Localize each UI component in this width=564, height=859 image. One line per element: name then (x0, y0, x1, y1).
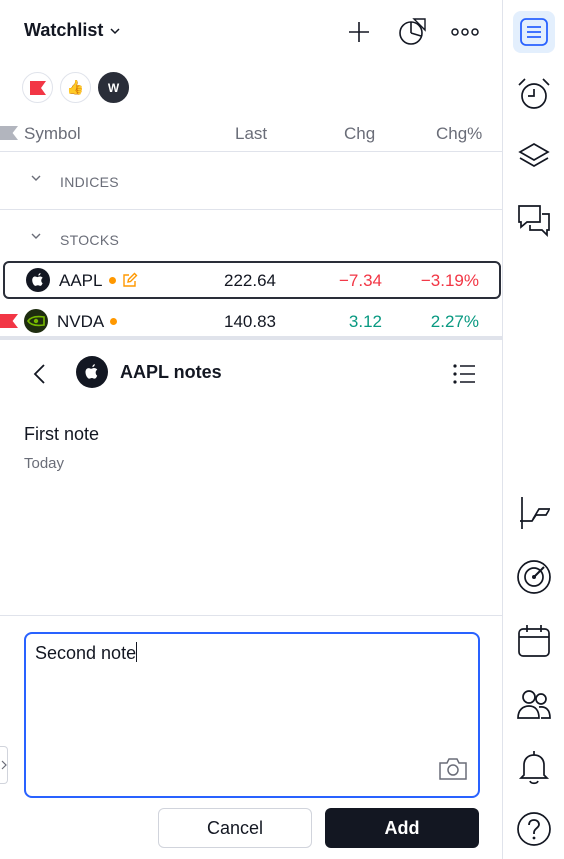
notes-list-button[interactable] (450, 360, 478, 388)
notes-title: AAPL notes (120, 362, 222, 382)
chevron-right-icon (1, 760, 7, 770)
column-chg-pct[interactable]: Chg% (436, 124, 482, 144)
watchlist-icon (520, 18, 548, 46)
calendar-icon (518, 625, 550, 657)
change-percent: −3.19% (420, 271, 479, 290)
watchlist-title-dropdown[interactable]: Watchlist (24, 20, 121, 41)
note-editor-input[interactable]: Second note (24, 632, 480, 798)
chevron-down-icon (31, 175, 41, 181)
camera-icon (439, 758, 467, 780)
technicals-tool-button[interactable] (513, 556, 555, 598)
column-symbol[interactable]: Symbol (24, 124, 81, 144)
add-symbol-button[interactable] (343, 16, 375, 48)
pie-chart-icon (399, 18, 426, 45)
change-value: −7.34 (338, 271, 382, 290)
watchlist-panel: Watchlist 👍 W Symbol Last Chg Chg% INDIC… (0, 0, 502, 859)
chats-tool-button[interactable] (513, 199, 555, 241)
watchlist-tool-button[interactable] (513, 11, 555, 53)
apple-logo-icon (26, 268, 50, 292)
watchlist-filter-chips: 👍 W (22, 72, 129, 103)
red-flag-icon (0, 314, 18, 328)
red-flag-icon (29, 80, 46, 95)
nvidia-logo-icon (24, 309, 48, 333)
symbol-ticker: NVDA (57, 312, 105, 331)
change-percent: 2.27% (430, 312, 479, 331)
w-list-chip[interactable]: W (98, 72, 129, 103)
help-icon (517, 812, 551, 846)
watchlist-title: Watchlist (24, 20, 104, 40)
advanced-view-button[interactable] (396, 16, 428, 48)
change-value: 3.12 (348, 312, 382, 331)
list-icon (453, 364, 475, 384)
symbol-row-nvda[interactable]: NVDA 140.83 3.12 2.27% (0, 302, 502, 340)
trendline-icon (520, 497, 550, 529)
chevron-down-icon (31, 233, 41, 239)
watchlist-header: Watchlist (0, 0, 502, 64)
alerts-tool-button[interactable] (513, 73, 555, 115)
back-button[interactable] (26, 360, 54, 388)
section-label: INDICES (60, 174, 119, 190)
marker-dot (109, 277, 116, 284)
column-chg[interactable]: Chg (344, 124, 375, 144)
community-tool-button[interactable] (513, 683, 555, 725)
more-options-button[interactable] (449, 16, 481, 48)
notes-header: AAPL notes (0, 340, 502, 406)
snapshot-button[interactable] (438, 757, 468, 786)
note-edit-icon[interactable] (122, 272, 138, 288)
grey-flag-icon (0, 126, 18, 140)
add-note-button[interactable]: Add (325, 808, 479, 848)
note-editor-text: Second note (35, 643, 137, 663)
divider (0, 615, 502, 616)
column-last[interactable]: Last (235, 124, 267, 144)
object-tree-tool-button[interactable] (513, 135, 555, 177)
community-icon (517, 690, 551, 719)
notifications-tool-button[interactable] (513, 746, 555, 788)
cancel-button[interactable]: Cancel (158, 808, 312, 848)
thumbs-up-icon: 👍 (66, 79, 85, 95)
note-item[interactable]: First note Today (24, 424, 484, 472)
section-indices[interactable]: INDICES (0, 152, 502, 210)
section-stocks[interactable]: STOCKS (0, 210, 502, 268)
chat-icon (518, 205, 550, 238)
marker-dot (110, 318, 117, 325)
text-caret (136, 642, 138, 662)
plus-icon (349, 22, 369, 42)
radar-icon (517, 560, 551, 594)
column-headers: Symbol Last Chg Chg% (0, 118, 502, 152)
thumbs-up-list-chip[interactable]: 👍 (60, 72, 91, 103)
apple-logo-icon (76, 356, 108, 388)
help-tool-button[interactable] (513, 808, 555, 850)
more-horizontal-icon (451, 28, 479, 36)
chevron-left-icon (33, 364, 45, 384)
layers-icon (518, 143, 550, 167)
last-price: 140.83 (224, 312, 276, 331)
w-avatar: W (107, 80, 120, 95)
note-date: Today (24, 455, 65, 472)
collapse-panel-handle[interactable] (0, 746, 8, 784)
calendar-tool-button[interactable] (513, 620, 555, 662)
section-label: STOCKS (60, 232, 120, 248)
bell-icon (518, 751, 550, 785)
symbol-ticker: AAPL (59, 271, 103, 290)
note-text: First note (24, 424, 100, 444)
chevron-down-icon (110, 27, 120, 34)
red-flag-list-chip[interactable] (22, 72, 53, 103)
alarm-clock-icon (518, 78, 550, 109)
pine-screener-tool-button[interactable] (513, 492, 555, 534)
right-toolbar (502, 0, 564, 859)
last-price: 222.64 (224, 271, 276, 290)
symbol-row-aapl[interactable]: AAPL 222.64 −7.34 −3.19% (3, 261, 501, 299)
